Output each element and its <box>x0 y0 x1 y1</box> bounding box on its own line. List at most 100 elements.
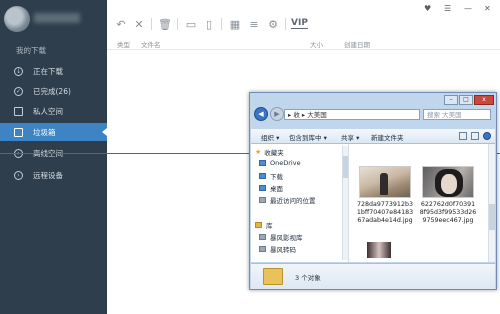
sidebar-item-completed[interactable]: ✓ 已完成(26) <box>0 82 107 100</box>
image-thumbnail[interactable] <box>422 166 474 198</box>
file-name[interactable]: 728da9773912b31bff70407e8418367adab4e14d… <box>356 201 414 225</box>
lock-icon <box>14 106 23 116</box>
item-count: 3 个对象 <box>295 274 321 282</box>
column-header-name[interactable]: 文件名 <box>141 39 161 49</box>
explorer-maximize-icon[interactable]: □ <box>459 95 473 105</box>
file-icon[interactable]: ▯ <box>203 18 215 31</box>
preview-pane-icon[interactable] <box>471 132 479 140</box>
nav-recent-places[interactable]: 最近访问的位置 <box>259 195 316 205</box>
file-pane-scrollbar[interactable] <box>488 144 495 262</box>
video-library-icon <box>259 234 266 240</box>
include-in-library-menu[interactable]: 包含到库中 ▾ <box>289 132 327 142</box>
view-options <box>455 132 491 140</box>
toolbar-divider <box>151 18 152 30</box>
nav-item-label: 桌面 <box>270 185 283 193</box>
image-thumbnail[interactable] <box>367 242 391 258</box>
nav-libraries[interactable]: 库 <box>255 220 273 230</box>
sidebar-item-label: 私人空间 <box>33 106 63 116</box>
explorer-window[interactable]: – □ x ◀ ▶ ▸ 收 ▸ 大美国 搜索 大美国 组织 ▾ 包含到库中 ▾ … <box>249 92 497 290</box>
file-name[interactable]: 622762d0f703918f95d3f99533d269759eec467.… <box>419 201 477 225</box>
explorer-minimize-icon[interactable]: – <box>444 95 458 105</box>
recent-places-icon <box>259 197 266 203</box>
vip-button[interactable]: VIP <box>291 18 308 29</box>
view-mode-icon[interactable] <box>459 132 467 140</box>
address-crumb[interactable]: 收 <box>293 111 300 119</box>
transcode-icon <box>259 246 266 252</box>
toolbar: ↶ ✕ 🗑 ▭ ▯ ▦ ≡ ⚙ VIP ♥ ☰ — ✕ <box>107 0 500 36</box>
sort-icon[interactable]: ≡ <box>248 18 260 31</box>
nav-baofeng-transcode[interactable]: 暴风转码 <box>259 244 296 254</box>
download-folder-icon <box>259 173 266 179</box>
star-icon: ★ <box>255 148 262 156</box>
sidebar-item-label: 已完成(26) <box>33 86 71 96</box>
help-icon[interactable] <box>483 132 491 140</box>
nav-item-label: 收藏夹 <box>264 149 284 157</box>
section-title-my-downloads: 我的下载 <box>16 46 46 55</box>
organize-menu[interactable]: 组织 ▾ <box>261 132 279 142</box>
sidebar-item-label: 远程设备 <box>33 170 63 180</box>
trash-icon <box>14 127 23 137</box>
forward-arrow-icon[interactable]: ▶ <box>270 107 284 121</box>
column-header-type[interactable]: 类型 <box>117 39 130 49</box>
nav-favorites[interactable]: ★ 收藏夹 <box>255 147 284 157</box>
toolbar-divider <box>285 18 286 30</box>
image-thumbnail[interactable] <box>359 166 411 198</box>
nav-baofeng-video-library[interactable]: 暴风影视库 <box>259 232 303 242</box>
grid-view-icon[interactable]: ▦ <box>229 18 241 31</box>
folder-icon <box>263 268 283 285</box>
explorer-window-controls: – □ x <box>443 95 494 105</box>
share-menu[interactable]: 共享 ▾ <box>341 132 359 142</box>
settings-gear-icon[interactable]: ⚙ <box>267 18 279 31</box>
sidebar-item-remote-device[interactable]: › 远程设备 <box>0 166 107 184</box>
explorer-close-icon[interactable]: x <box>474 95 494 105</box>
explorer-status-bar: 3 个对象 <box>251 263 495 289</box>
nav-onedrive[interactable]: OneDrive <box>259 159 301 167</box>
scrollbar-thumb[interactable] <box>489 204 495 230</box>
nav-item-label: 暴风影视库 <box>270 234 303 242</box>
sidebar-item-trash[interactable]: 垃圾箱 <box>0 123 107 141</box>
explorer-file-pane: 728da9773912b31bff70407e8418367adab4e14d… <box>349 144 495 262</box>
nav-downloads[interactable]: 下载 <box>259 171 283 181</box>
sidebar-item-private-space[interactable]: 私人空间 <box>0 102 107 120</box>
check-circle-icon: ✓ <box>14 86 23 96</box>
back-arrow-icon[interactable]: ◀ <box>254 107 268 121</box>
desktop-icon <box>259 185 266 191</box>
minimize-icon[interactable]: — <box>464 4 472 13</box>
window-close-icon[interactable]: ✕ <box>484 4 491 13</box>
thumbnail-face <box>441 174 457 194</box>
explorer-command-bar: 组织 ▾ 包含到库中 ▾ 共享 ▾ 新建文件夹 <box>251 129 495 144</box>
delete-icon[interactable]: 🗑 <box>158 18 172 31</box>
nav-item-label: 暴风转码 <box>270 246 296 254</box>
library-icon <box>255 222 262 228</box>
active-indicator <box>102 128 107 136</box>
explorer-nav-buttons: ◀ ▶ <box>254 107 286 121</box>
sidebar: 我的下载 ↓ 正在下载 ✓ 已完成(26) 私人空间 垃圾箱 › 离线空间 › … <box>0 0 107 314</box>
favorite-icon[interactable]: ♥ <box>424 4 431 13</box>
close-icon[interactable]: ✕ <box>133 18 145 31</box>
avatar[interactable] <box>4 6 30 32</box>
thumbnail-figure <box>380 173 388 195</box>
address-crumb[interactable]: 大美国 <box>307 111 327 119</box>
nav-item-label: 库 <box>266 222 273 230</box>
username-blurred <box>34 13 80 23</box>
nav-pane-scrollbar[interactable] <box>342 146 348 260</box>
cloud-icon <box>259 160 266 166</box>
explorer-search-input[interactable]: 搜索 大美国 <box>423 109 491 120</box>
remote-device-icon: › <box>14 170 23 180</box>
new-folder-button[interactable]: 新建文件夹 <box>371 132 404 142</box>
toolbar-divider <box>221 18 222 30</box>
toolbar-divider <box>177 18 178 30</box>
folder-icon[interactable]: ▭ <box>185 18 197 31</box>
sidebar-item-downloading[interactable]: ↓ 正在下载 <box>0 62 107 80</box>
nav-item-label: 下载 <box>270 173 283 181</box>
menu-icon[interactable]: ☰ <box>444 4 451 13</box>
nav-desktop[interactable]: 桌面 <box>259 183 283 193</box>
column-header-date[interactable]: 创建日期 <box>344 39 370 49</box>
address-bar[interactable]: ▸ 收 ▸ 大美国 <box>284 109 420 120</box>
file-list-header: 类型 文件名 大小 创建日期 <box>107 37 500 50</box>
sidebar-item-label: 正在下载 <box>33 66 63 76</box>
column-header-size[interactable]: 大小 <box>310 39 323 49</box>
undo-icon[interactable]: ↶ <box>115 18 127 31</box>
nav-item-label: OneDrive <box>270 159 301 167</box>
nav-item-label: 最近访问的位置 <box>270 197 316 205</box>
